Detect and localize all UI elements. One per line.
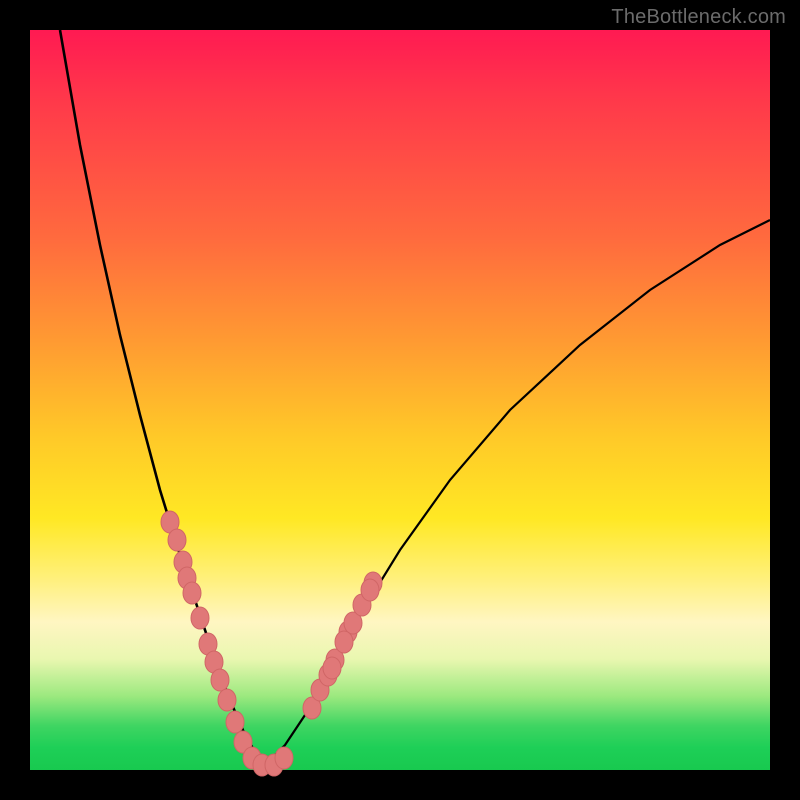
marker-dot: [211, 669, 229, 691]
marker-dot: [275, 747, 293, 769]
curve-right-arm: [265, 220, 770, 765]
markers-right-cluster: [303, 572, 382, 719]
frame: TheBottleneck.com: [0, 0, 800, 800]
bottleneck-curve: [30, 30, 770, 770]
marker-dot: [226, 711, 244, 733]
markers-left-cluster: [161, 511, 293, 776]
marker-dot: [335, 631, 353, 653]
marker-dot: [361, 579, 379, 601]
marker-dot: [183, 582, 201, 604]
marker-dot: [323, 657, 341, 679]
plot-area: [30, 30, 770, 770]
curve-left-arm: [60, 30, 265, 765]
marker-dot: [168, 529, 186, 551]
watermark-text: TheBottleneck.com: [611, 6, 786, 29]
marker-dot: [191, 607, 209, 629]
marker-dot: [218, 689, 236, 711]
